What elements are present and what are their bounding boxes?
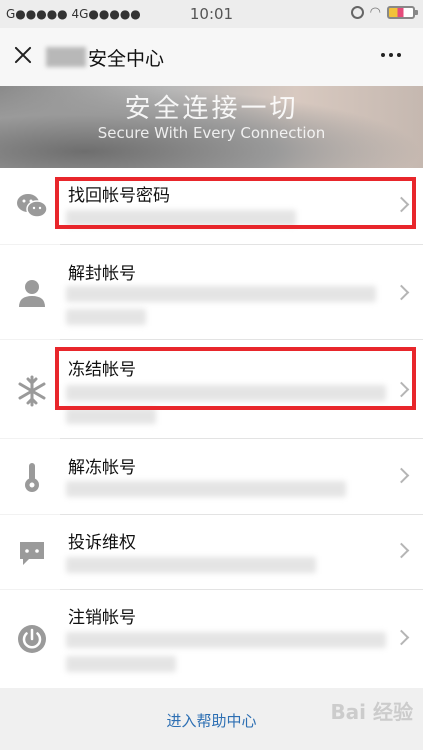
blurred-description [66,408,156,424]
chat-bubble-icon [20,542,44,565]
menu-item-unblock-account[interactable]: 解封帐号 [0,245,423,339]
wifi-icon: ◠ [369,5,381,20]
menu-item-deactivate-account[interactable]: 注销帐号 [0,590,423,688]
watermark: Bai 经验 [330,700,413,724]
snowflake-icon [18,375,46,407]
banner-title-en: Secure With Every Connection [97,124,326,142]
highlight-box [55,347,416,410]
blurred-description [66,286,376,302]
menu-item-label: 投诉维权 [68,533,136,553]
page-title: 安全中心 [88,48,165,70]
status-bar: G●●●●● 4G●●●●● 10:01 ◠ [0,0,423,28]
blurred-description [66,632,386,648]
highlight-box [55,177,416,229]
more-options-icon[interactable] [381,53,401,57]
menu-item-complaint[interactable]: 投诉维权 [0,515,423,589]
power-icon [18,625,46,653]
chevron-right-icon [393,284,410,301]
blurred-app-name [46,47,86,67]
title-bar: 安全中心 [0,28,423,86]
chevron-right-icon [393,542,410,559]
key-icon [25,463,39,492]
wechat-chat-icon [17,194,48,218]
menu-item-label: 解冻帐号 [68,458,136,478]
blurred-description [66,309,146,325]
menu-item-unfreeze-account[interactable]: 解冻帐号 [0,439,423,514]
menu-item-label: 解封帐号 [68,264,136,284]
chevron-right-icon [393,467,410,484]
battery-icon [387,6,418,19]
banner: 安全连接一切 Secure With Every Connection [0,86,423,168]
menu-item-label: 注销帐号 [68,608,136,628]
blurred-description [66,557,316,573]
close-icon[interactable] [12,44,34,66]
chevron-right-icon [393,629,410,646]
banner-title-cn: 安全连接一切 [124,94,299,124]
blurred-description [66,656,176,672]
status-icons: ◠ [350,5,418,20]
alarm-icon [350,6,364,19]
blurred-description [66,481,346,497]
person-icon [19,280,45,307]
